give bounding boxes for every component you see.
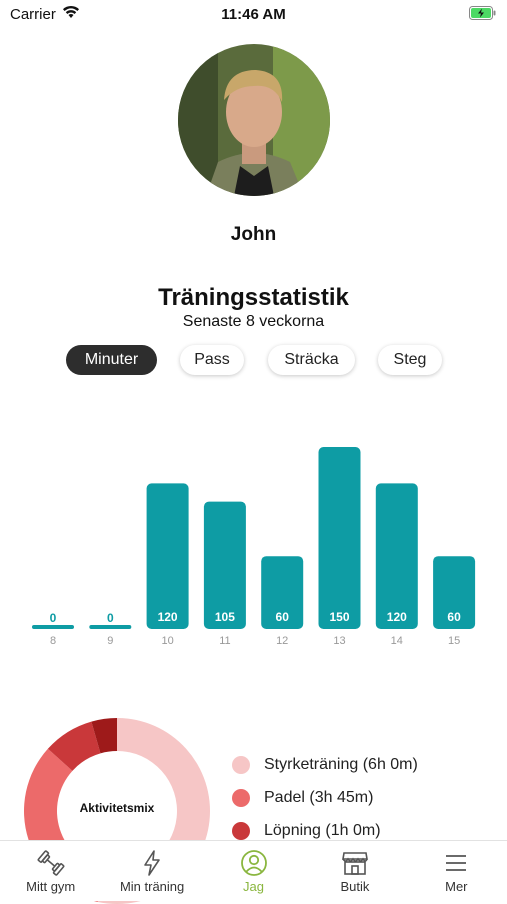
tab-jag[interactable]: Jag bbox=[203, 841, 304, 901]
bar-value-label: 60 bbox=[447, 610, 461, 624]
bar-value-label: 120 bbox=[387, 610, 407, 624]
segment-steg[interactable]: Steg bbox=[378, 345, 442, 375]
bar-week-10 bbox=[146, 483, 189, 629]
tab-butik[interactable]: Butik bbox=[304, 841, 405, 901]
x-tick-label: 11 bbox=[219, 635, 230, 647]
user-icon bbox=[240, 850, 267, 876]
activity-mix-label: Aktivitetsmix bbox=[79, 801, 155, 815]
bar-value-label: 0 bbox=[50, 611, 57, 625]
segment-stracka[interactable]: Sträcka bbox=[268, 345, 355, 375]
legend-label: Löpning (1h 0m) bbox=[264, 821, 381, 839]
legend-item: Styrketräning (6h 0m) bbox=[232, 748, 418, 781]
tab-label: Butik bbox=[340, 879, 370, 894]
bar-value-label: 105 bbox=[215, 610, 235, 624]
legend-color-dot bbox=[232, 788, 250, 807]
x-tick-label: 15 bbox=[448, 635, 460, 647]
lightning-icon bbox=[144, 850, 160, 876]
store-icon bbox=[341, 852, 368, 875]
bar-week-13 bbox=[318, 447, 361, 629]
tab-label: Mer bbox=[445, 879, 468, 894]
legend-color-dot bbox=[232, 821, 250, 840]
menu-icon bbox=[446, 855, 467, 871]
segment-pass[interactable]: Pass bbox=[180, 345, 244, 375]
tab-label: Min träning bbox=[119, 879, 185, 894]
tab-mer[interactable]: Mer bbox=[406, 841, 507, 901]
x-tick-label: 12 bbox=[276, 635, 288, 647]
x-tick-label: 9 bbox=[107, 635, 113, 647]
bar-value-label: 60 bbox=[276, 610, 290, 624]
bar-value-label: 150 bbox=[329, 610, 349, 624]
x-tick-label: 13 bbox=[333, 635, 345, 647]
x-tick-label: 10 bbox=[161, 635, 173, 647]
legend-item: Padel (3h 45m) bbox=[232, 781, 418, 814]
legend-color-dot bbox=[232, 755, 250, 774]
segment-minuter[interactable]: Minuter bbox=[66, 345, 157, 375]
stats-title: Träningsstatistik bbox=[158, 284, 349, 311]
profile-name: John bbox=[230, 224, 277, 245]
tab-min-traning[interactable]: Min träning bbox=[101, 841, 202, 901]
tab-mitt-gym[interactable]: Mitt gym bbox=[0, 841, 101, 901]
bar-week-9 bbox=[89, 625, 132, 629]
tab-label: Jag bbox=[243, 879, 264, 894]
clock: 11:46 AM bbox=[221, 6, 286, 23]
x-tick-label: 8 bbox=[50, 635, 56, 647]
legend-label: Padel (3h 45m) bbox=[264, 788, 374, 806]
legend-label: Styrketräning (6h 0m) bbox=[264, 755, 418, 773]
bar-week-8 bbox=[32, 625, 74, 629]
bar-value-label: 120 bbox=[158, 610, 178, 624]
minutes-bar-chart: 0 8 0 9 120 10 105 11 60 12 150 13 120 14 60 15 bbox=[32, 447, 476, 647]
status-bar: Carrier 11:46 AM bbox=[0, 0, 507, 28]
stats-subtitle: Senaste 8 veckorna bbox=[182, 313, 325, 330]
bar-value-label: 0 bbox=[107, 611, 114, 625]
battery-icon bbox=[469, 6, 496, 20]
tab-label: Mitt gym bbox=[26, 879, 76, 894]
avatar[interactable] bbox=[178, 44, 330, 196]
bar-week-14 bbox=[375, 483, 418, 629]
x-tick-label: 14 bbox=[391, 635, 403, 647]
dumbbell-icon bbox=[37, 850, 65, 876]
activity-legend: Styrketräning (6h 0m) Padel (3h 45m) Löp… bbox=[232, 748, 418, 847]
tab-bar: Mitt gym Min träning Jag Butik Mer bbox=[0, 840, 507, 901]
avatar-photo bbox=[178, 44, 330, 196]
